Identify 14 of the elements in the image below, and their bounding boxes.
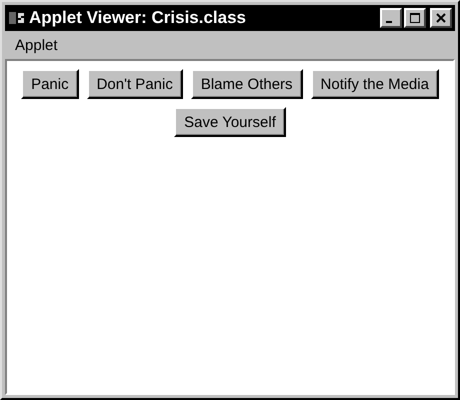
close-button[interactable] bbox=[430, 8, 452, 28]
maximize-button[interactable] bbox=[404, 8, 426, 28]
minimize-icon bbox=[386, 21, 392, 23]
app-icon bbox=[8, 10, 26, 26]
applet-button[interactable]: Blame Others bbox=[190, 69, 303, 99]
menu-item[interactable]: Applet bbox=[13, 36, 60, 54]
applet-button[interactable]: Notify the Media bbox=[310, 69, 439, 99]
close-icon bbox=[435, 12, 447, 24]
minimize-button[interactable] bbox=[380, 8, 402, 28]
applet-button[interactable]: Don't Panic bbox=[86, 69, 183, 99]
applet-button[interactable]: Panic bbox=[21, 69, 79, 99]
window-title: Applet Viewer: Crisis.class bbox=[29, 8, 248, 28]
maximize-icon bbox=[409, 12, 421, 24]
applet-button[interactable]: Save Yourself bbox=[174, 107, 286, 137]
